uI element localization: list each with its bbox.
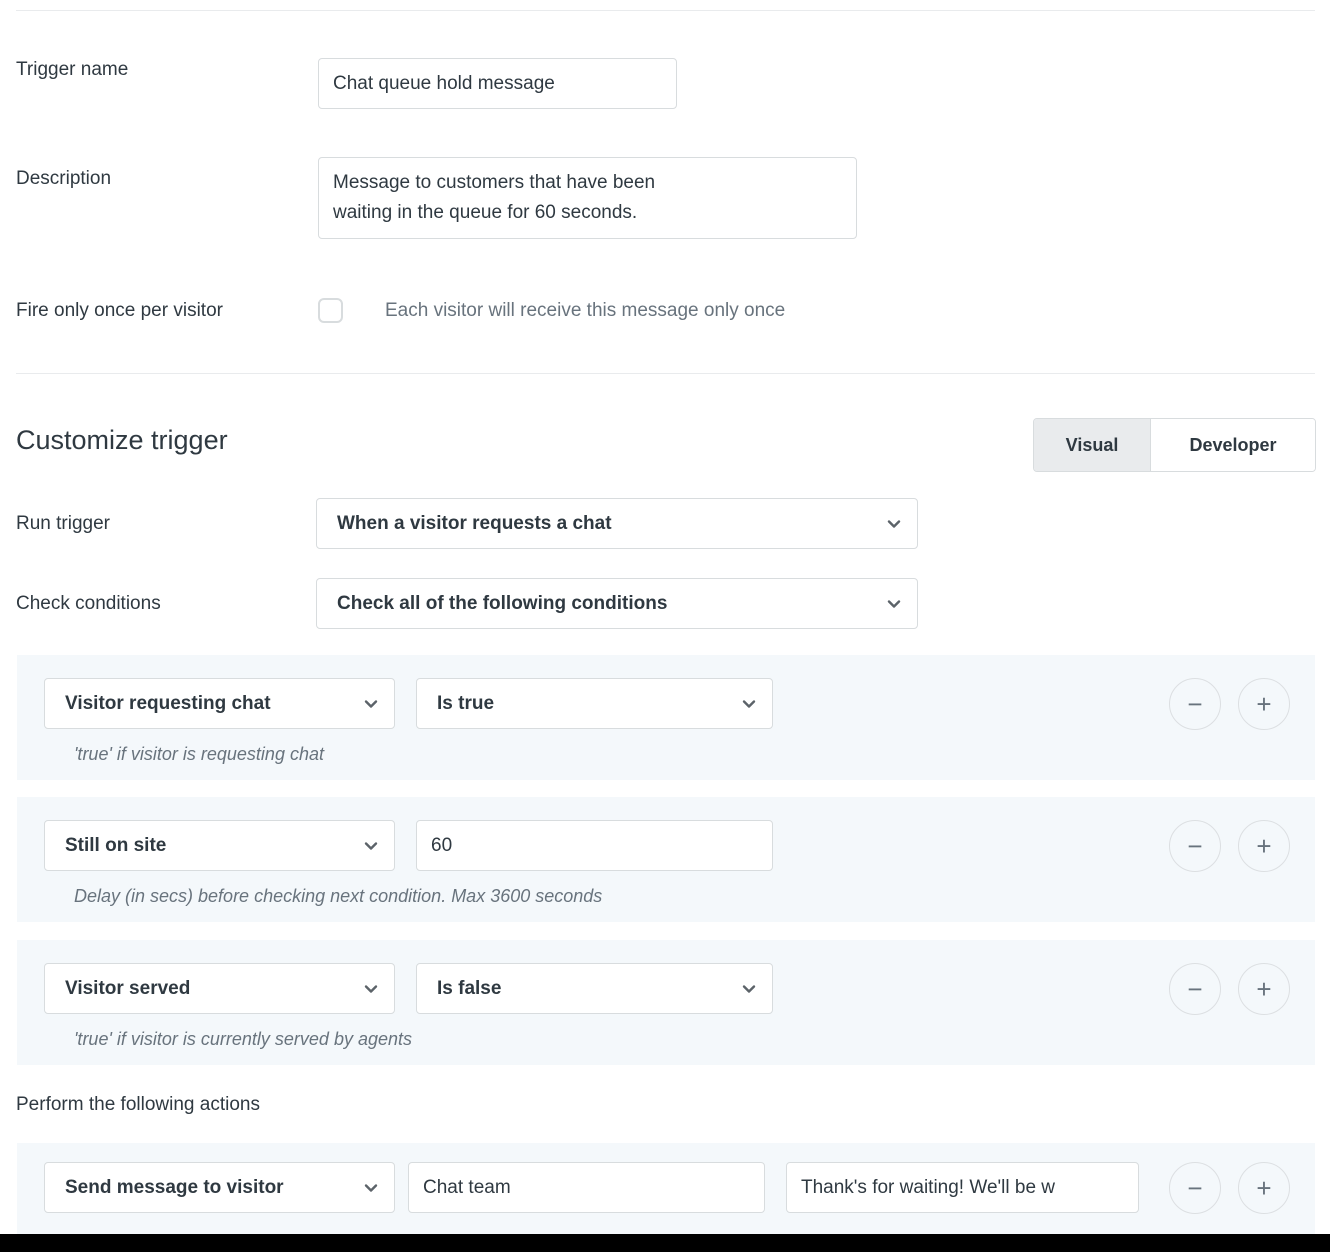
action-type-select[interactable]: Send message to visitor: [44, 1162, 395, 1213]
chevron-down-icon: [362, 695, 380, 713]
check-conditions-select[interactable]: Check all of the following conditions: [316, 578, 918, 629]
condition-panel: Still on site 60 Delay (in secs) before …: [17, 797, 1315, 922]
action-message-input[interactable]: Thank's for waiting! We'll be w: [786, 1162, 1139, 1213]
description-row: Description Message to customers that ha…: [16, 157, 857, 239]
condition-operator-value: Is false: [437, 977, 502, 999]
fire-once-label: Fire only once per visitor: [16, 299, 223, 321]
condition-row-controls: Still on site 60: [44, 820, 773, 871]
page-title: Customize trigger: [16, 425, 228, 455]
description-label: Description: [16, 168, 112, 189]
run-trigger-select[interactable]: When a visitor requests a chat: [316, 498, 918, 549]
bottom-bar: [0, 1234, 1330, 1252]
condition-hint: 'true' if visitor is currently served by…: [74, 1029, 413, 1049]
tab-visual[interactable]: Visual: [1034, 419, 1150, 471]
condition-operator-select[interactable]: Is true: [416, 678, 773, 729]
remove-condition-button[interactable]: −: [1169, 963, 1221, 1015]
mode-toggle-group: Visual Developer: [1033, 418, 1316, 472]
chevron-down-icon: [740, 980, 758, 998]
trigger-name-input[interactable]: Chat queue hold message: [318, 58, 677, 109]
condition-operator-select[interactable]: Is false: [416, 963, 773, 1014]
action-panel: Send message to visitor Chat team Thank'…: [17, 1143, 1315, 1234]
check-conditions-row: Check conditions Check all of the follow…: [16, 578, 918, 629]
remove-condition-button[interactable]: −: [1169, 678, 1221, 730]
check-conditions-value: Check all of the following conditions: [337, 592, 668, 614]
add-condition-button[interactable]: +: [1238, 963, 1290, 1015]
condition-field-select[interactable]: Visitor requesting chat: [44, 678, 395, 729]
plus-icon: +: [1256, 974, 1272, 1004]
chevron-down-icon: [740, 695, 758, 713]
condition-panel: Visitor requesting chat Is true 'true' i…: [17, 655, 1315, 780]
add-action-button[interactable]: +: [1238, 1162, 1290, 1214]
remove-action-button[interactable]: −: [1169, 1162, 1221, 1214]
add-condition-button[interactable]: +: [1238, 820, 1290, 872]
action-row-buttons: − +: [1169, 1162, 1290, 1214]
condition-row-buttons: − +: [1169, 820, 1290, 872]
action-sender-input[interactable]: Chat team: [408, 1162, 765, 1213]
divider-middle: [16, 373, 1315, 374]
plus-icon: +: [1256, 831, 1272, 861]
fire-once-hint: Each visitor will receive this message o…: [385, 300, 786, 321]
condition-operator-value: Is true: [437, 692, 495, 714]
divider-top: [16, 10, 1315, 11]
condition-panel: Visitor served Is false 'true' if visito…: [17, 940, 1315, 1065]
minus-icon: −: [1187, 689, 1203, 719]
plus-icon: +: [1256, 689, 1272, 719]
condition-field-select[interactable]: Visitor served: [44, 963, 395, 1014]
tab-developer[interactable]: Developer: [1150, 419, 1315, 471]
run-trigger-row: Run trigger When a visitor requests a ch…: [16, 498, 918, 549]
minus-icon: −: [1187, 1173, 1203, 1203]
minus-icon: −: [1187, 831, 1203, 861]
chevron-down-icon: [362, 837, 380, 855]
run-trigger-label: Run trigger: [16, 512, 110, 534]
description-textarea[interactable]: Message to customers that have been wait…: [318, 157, 857, 239]
condition-field-value: Visitor served: [65, 977, 191, 999]
trigger-editor-page: Trigger name Chat queue hold message Des…: [0, 0, 1330, 1252]
condition-row-buttons: − +: [1169, 963, 1290, 1015]
chevron-down-icon: [885, 595, 903, 613]
condition-field-select[interactable]: Still on site: [44, 820, 395, 871]
condition-hint: 'true' if visitor is requesting chat: [74, 744, 324, 764]
condition-delay-input[interactable]: 60: [416, 820, 773, 871]
condition-field-value: Visitor requesting chat: [65, 692, 271, 714]
check-conditions-label: Check conditions: [16, 592, 161, 614]
trigger-name-row: Trigger name Chat queue hold message: [16, 58, 677, 109]
add-condition-button[interactable]: +: [1238, 678, 1290, 730]
chevron-down-icon: [362, 980, 380, 998]
run-trigger-value: When a visitor requests a chat: [337, 512, 612, 534]
condition-row-controls: Visitor requesting chat Is true: [44, 678, 773, 729]
minus-icon: −: [1187, 974, 1203, 1004]
action-row-controls: Send message to visitor Chat team Thank'…: [44, 1162, 1139, 1213]
chevron-down-icon: [885, 515, 903, 533]
plus-icon: +: [1256, 1173, 1272, 1203]
trigger-name-label: Trigger name: [16, 59, 129, 80]
fire-once-checkbox[interactable]: [318, 298, 343, 323]
remove-condition-button[interactable]: −: [1169, 820, 1221, 872]
condition-hint: Delay (in secs) before checking next con…: [74, 886, 603, 906]
condition-field-value: Still on site: [65, 834, 167, 856]
actions-section-label: Perform the following actions: [16, 1094, 260, 1115]
condition-row-controls: Visitor served Is false: [44, 963, 773, 1014]
fire-once-row: Fire only once per visitor Each visitor …: [16, 298, 785, 323]
condition-row-buttons: − +: [1169, 678, 1290, 730]
action-type-value: Send message to visitor: [65, 1176, 284, 1198]
chevron-down-icon: [362, 1179, 380, 1197]
